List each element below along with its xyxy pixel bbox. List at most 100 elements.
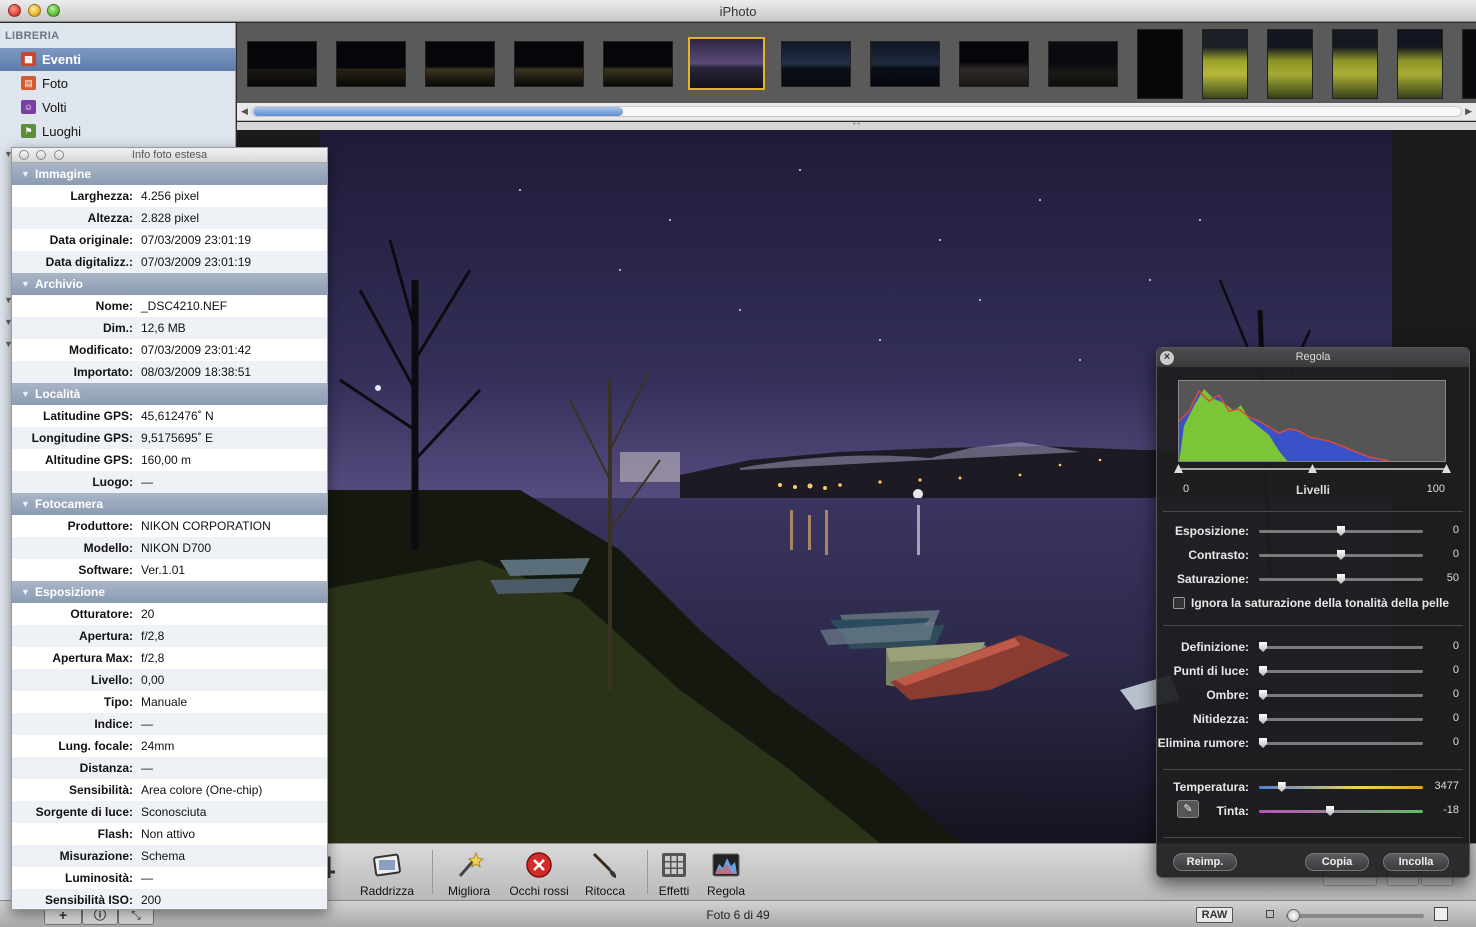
skin-tone-checkbox-label[interactable]: Ignora la saturazione della tonalità del… xyxy=(1191,596,1449,610)
slider-knob[interactable] xyxy=(1259,714,1267,724)
filmstrip-thumbnail[interactable] xyxy=(1462,29,1476,99)
eyedropper-icon: ✎ xyxy=(1183,803,1193,815)
slider-knob[interactable] xyxy=(1259,690,1267,700)
info-row: Modificato: 07/03/2009 23:01:42 xyxy=(12,339,327,361)
small-thumbnail-icon[interactable] xyxy=(1266,910,1274,918)
info-row: Misurazione: Schema xyxy=(12,845,327,867)
slider-knob[interactable] xyxy=(1277,782,1286,792)
slider-track[interactable] xyxy=(1259,690,1423,700)
disclosure-triangle-icon[interactable]: ▼ xyxy=(21,581,30,603)
slider-knob[interactable] xyxy=(1326,806,1335,816)
filmstrip-scrollbar[interactable]: ◀ ▶ xyxy=(237,103,1476,121)
zoom-slider-knob[interactable] xyxy=(1286,909,1300,922)
slider-track[interactable] xyxy=(1259,550,1423,560)
sidebar-section-libreria: LIBRERIA xyxy=(5,30,60,42)
info-row: Latitudine GPS: 45,612476˚ N xyxy=(12,405,327,427)
filmstrip-thumbnail[interactable] xyxy=(1137,29,1183,99)
paste-button[interactable]: Incolla xyxy=(1383,853,1449,871)
reset-button[interactable]: Reimp. xyxy=(1173,853,1237,871)
info-row: Altezza: 2.828 pixel xyxy=(12,207,327,229)
info-row-label: Longitudine GPS: xyxy=(31,431,133,445)
slider-track[interactable] xyxy=(1259,574,1423,584)
info-row-label: Luogo: xyxy=(92,475,133,489)
slider-knob[interactable] xyxy=(1337,550,1345,560)
sidebar-item-foto[interactable]: ▤ Foto xyxy=(0,72,236,95)
filmstrip-thumbnail[interactable] xyxy=(870,41,940,87)
info-row-value: — xyxy=(141,871,153,885)
sidebar-item-luoghi[interactable]: ⚑ Luoghi xyxy=(0,120,236,143)
filmstrip-thumbnail[interactable] xyxy=(336,41,406,87)
info-row-value: 08/03/2009 18:38:51 xyxy=(141,365,252,379)
slider-track[interactable] xyxy=(1259,806,1423,816)
extended-photo-info-panel: Info foto estesa ▼ Immagine Larghezza: 4.25… xyxy=(11,147,328,910)
info-row-value: NIKON CORPORATION xyxy=(141,519,271,533)
skin-tone-checkbox[interactable] xyxy=(1173,597,1185,609)
info-group-header[interactable]: ▼ Località xyxy=(12,383,327,405)
sidebar-item-label: Luoghi xyxy=(42,124,82,139)
disclosure-triangle-icon[interactable]: ▼ xyxy=(21,383,30,405)
retouch-tool-button[interactable]: Ritocca xyxy=(570,846,640,898)
disclosure-triangle-icon[interactable]: ▼ xyxy=(21,273,30,295)
info-row-value: Ver.1.01 xyxy=(141,563,186,577)
sidebar-item-volti[interactable]: ☺ Volti xyxy=(0,96,236,119)
filmstrip-thumbnail[interactable] xyxy=(425,41,495,87)
slider-track[interactable] xyxy=(1259,782,1423,792)
info-row-value: 0,00 xyxy=(141,673,165,687)
slider-track[interactable] xyxy=(1259,526,1423,536)
eyedropper-button[interactable]: ✎ xyxy=(1177,800,1199,818)
enhance-tool-button[interactable]: Migliora xyxy=(434,846,504,898)
slider-track[interactable] xyxy=(1259,714,1423,724)
zoom-slider-track[interactable] xyxy=(1286,914,1424,918)
filmstrip-thumbnail[interactable] xyxy=(781,41,851,87)
filmstrip-thumbnail[interactable] xyxy=(959,41,1029,87)
slider-track[interactable] xyxy=(1259,642,1423,652)
slider-label: Contrasto: xyxy=(1188,548,1249,562)
filmstrip-thumbnail[interactable] xyxy=(1267,29,1313,99)
filmstrip-thumbnail[interactable] xyxy=(1048,41,1118,87)
slider-knob[interactable] xyxy=(1337,526,1345,536)
filmstrip-thumbnail[interactable] xyxy=(603,41,673,87)
disclosure-triangle-icon[interactable]: ▼ xyxy=(21,163,30,185)
info-group-header[interactable]: ▼ Immagine xyxy=(12,163,327,185)
adjust-tool-button[interactable]: Regola xyxy=(691,846,761,898)
scroll-left-arrow-icon[interactable]: ◀ xyxy=(241,106,248,117)
adjust-hud-titlebar[interactable]: × Regola xyxy=(1157,348,1469,368)
enhance-wand-icon xyxy=(458,851,484,877)
filmstrip-thumbnail[interactable] xyxy=(514,41,584,87)
scroll-knob[interactable] xyxy=(253,107,623,116)
slider-track[interactable] xyxy=(1259,666,1423,676)
info-group-header[interactable]: ▼ Esposizione xyxy=(12,581,327,603)
slider-knob[interactable] xyxy=(1259,738,1267,748)
slider-knob[interactable] xyxy=(1337,574,1345,584)
scroll-right-arrow-icon[interactable]: ▶ xyxy=(1465,106,1472,117)
straighten-tool-button[interactable]: Raddrizza xyxy=(352,846,422,898)
sidebar-item-eventi[interactable]: ▦ Eventi xyxy=(0,48,236,71)
red-eye-tool-button[interactable]: Occhi rossi xyxy=(504,846,574,898)
info-row-value: NIKON D700 xyxy=(141,541,212,555)
slider-label: Esposizione: xyxy=(1174,524,1249,538)
slider-label: Elimina rumore: xyxy=(1157,736,1249,750)
filmstrip-thumbnail[interactable] xyxy=(1397,29,1443,99)
slider-track[interactable] xyxy=(1259,738,1423,748)
window-title: iPhoto xyxy=(719,4,757,19)
filmstrip-thumbnail[interactable] xyxy=(1332,29,1378,99)
pane-splitter[interactable]: • • xyxy=(237,121,1476,130)
filmstrip-thumbnail[interactable] xyxy=(247,41,317,87)
filmstrip-thumbnail[interactable] xyxy=(1202,29,1248,99)
info-group-header[interactable]: ▼ Fotocamera xyxy=(12,493,327,515)
large-thumbnail-icon[interactable] xyxy=(1434,907,1448,921)
disclosure-triangle-icon[interactable]: ▼ xyxy=(21,493,30,515)
info-row-label: Distanza: xyxy=(79,761,133,775)
info-row-label: Tipo: xyxy=(103,695,133,709)
copy-button[interactable]: Copia xyxy=(1305,853,1369,871)
slider-knob[interactable] xyxy=(1259,642,1267,652)
filmstrip xyxy=(237,23,1476,103)
slider-knob[interactable] xyxy=(1259,666,1267,676)
info-row-value: 160,00 m xyxy=(141,453,192,467)
filmstrip-thumbnail-selected[interactable] xyxy=(688,37,765,90)
info-group-header[interactable]: ▼ Archivio xyxy=(12,273,327,295)
info-panel-titlebar[interactable]: Info foto estesa xyxy=(12,148,327,163)
slider-value: 0 xyxy=(1452,548,1459,560)
info-row-label: Produttore: xyxy=(67,519,133,533)
info-row-label: Sensibilità ISO: xyxy=(44,893,133,907)
